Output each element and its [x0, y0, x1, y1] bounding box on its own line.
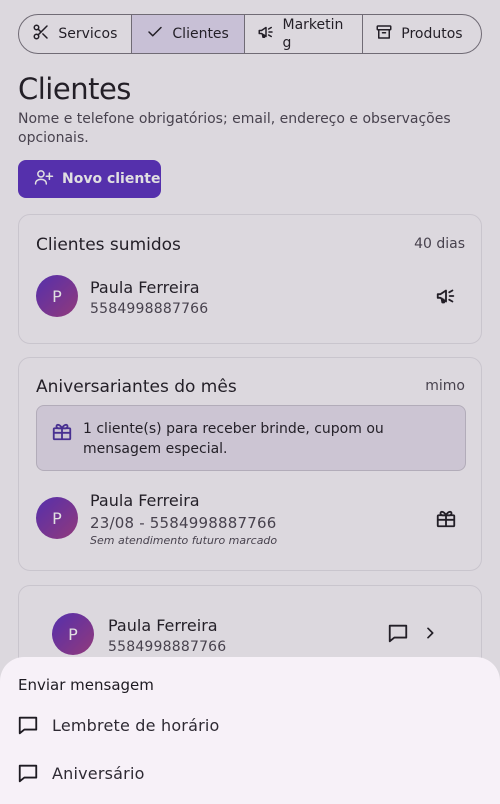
sheet-item-label: Lembrete de horário: [52, 715, 220, 735]
sheet-item-label: Aniversário: [52, 763, 145, 783]
message-icon: [17, 714, 39, 740]
sheet-title: Enviar mensagem: [18, 676, 154, 694]
clients-page: Servicos Clientes Marketing Produtos Cli…: [0, 0, 500, 804]
send-message-sheet: Enviar mensagem Lembrete de horário Aniv…: [0, 657, 500, 804]
message-icon: [17, 762, 39, 788]
sheet-item-birthday[interactable]: Aniversário: [0, 751, 500, 795]
sheet-item-reminder[interactable]: Lembrete de horário: [0, 703, 500, 747]
